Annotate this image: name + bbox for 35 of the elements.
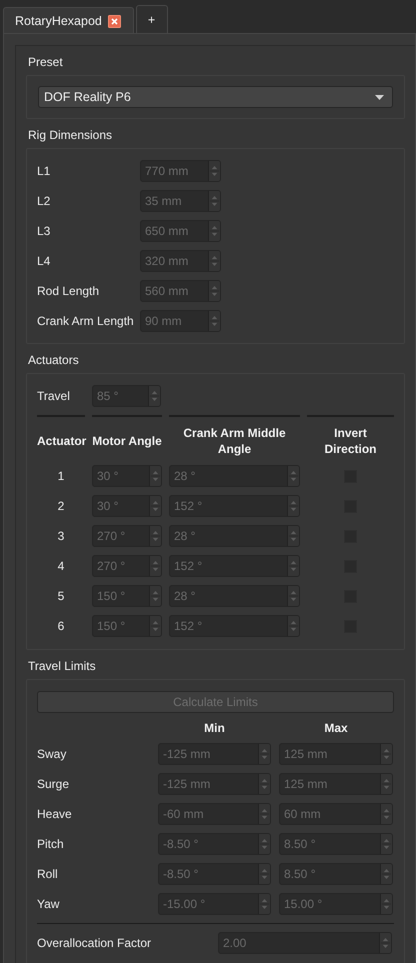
- preset-dropdown[interactable]: DOF Reality P6: [38, 86, 393, 108]
- actuator-number: 6: [56, 619, 66, 633]
- actuator-number: 3: [56, 529, 66, 543]
- field-label: Roll: [37, 867, 59, 881]
- field-label: L4: [37, 254, 52, 268]
- actuator-number: 4: [56, 559, 66, 573]
- field-label: Yaw: [37, 897, 60, 911]
- section-title: Actuators: [28, 353, 80, 368]
- field-label: L2: [37, 194, 52, 208]
- actuator-number: 5: [56, 589, 66, 603]
- field-label: Rod Length: [37, 284, 100, 298]
- field-label: Pitch: [37, 837, 65, 851]
- field-label: Sway: [37, 747, 68, 761]
- column-header: Crank Arm Middle Angle: [182, 425, 287, 457]
- tab[interactable]: +: [136, 5, 168, 34]
- column-header: Invert Direction: [323, 425, 378, 457]
- tab[interactable]: RotaryHexapod: [3, 7, 134, 34]
- field-label: Crank Arm Length: [37, 314, 132, 328]
- column-header: Max: [323, 721, 349, 735]
- column-header: Motor Angle: [92, 433, 162, 449]
- section-title: Travel Limits: [28, 659, 97, 674]
- actuator-number: 1: [56, 469, 66, 483]
- close-icon[interactable]: [108, 14, 121, 28]
- section-title: Rig Dimensions: [28, 128, 114, 143]
- field-label: Overallocation Factor: [37, 936, 152, 950]
- caret-icon: [375, 94, 384, 100]
- field-label: Travel: [37, 389, 71, 403]
- section-title: Preset: [28, 55, 64, 70]
- field-label: L1: [37, 164, 52, 178]
- field-label: L3: [37, 224, 52, 238]
- column-header: Actuator: [37, 433, 85, 449]
- field-label: Heave: [37, 807, 73, 821]
- field-label: Surge: [37, 777, 70, 791]
- column-header: Min: [203, 721, 226, 735]
- actuator-number: 2: [56, 499, 66, 513]
